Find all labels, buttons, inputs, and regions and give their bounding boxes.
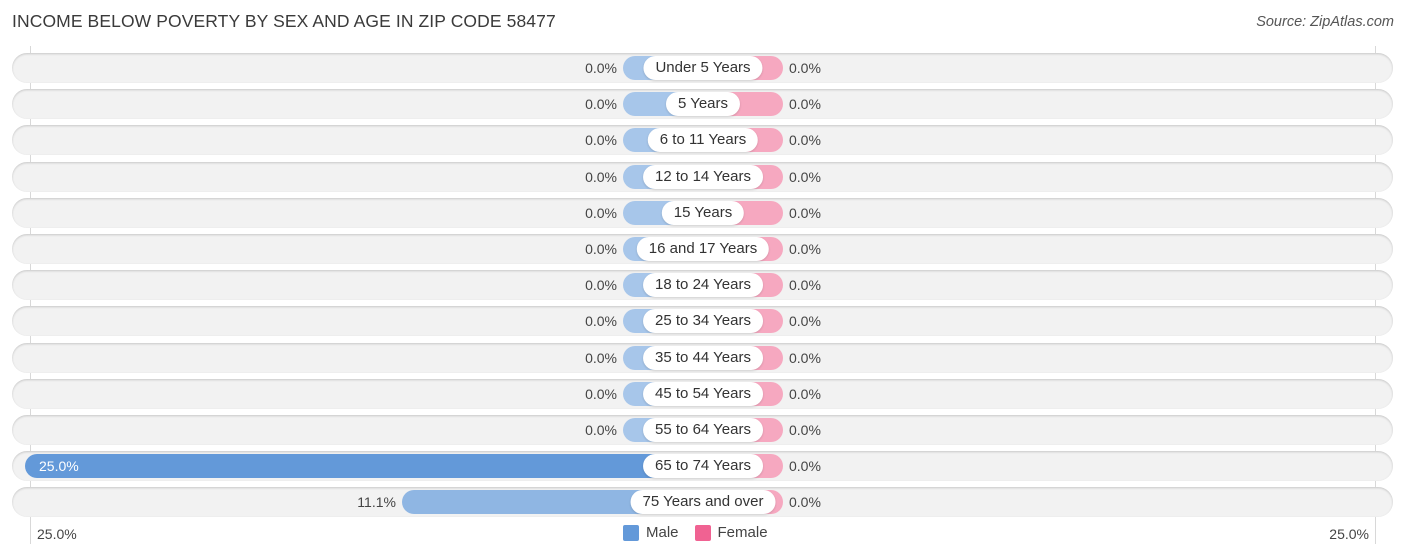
value-label-male: 0.0%: [585, 350, 617, 366]
bar-male: [25, 454, 703, 478]
value-label-male: 0.0%: [585, 277, 617, 293]
value-label-male: 0.0%: [585, 96, 617, 112]
category-label: 18 to 24 Years: [643, 273, 763, 297]
value-label-male: 0.0%: [585, 169, 617, 185]
category-label: 25 to 34 Years: [643, 309, 763, 333]
category-label: 45 to 54 Years: [643, 382, 763, 406]
chart-title: INCOME BELOW POVERTY BY SEX AND AGE IN Z…: [12, 11, 556, 31]
value-label-male: 0.0%: [585, 422, 617, 438]
value-label-male: 0.0%: [585, 386, 617, 402]
category-label: 35 to 44 Years: [643, 346, 763, 370]
category-label: 75 Years and over: [630, 490, 776, 514]
legend-label-female: Female: [717, 524, 768, 541]
legend-swatch-female: [694, 524, 711, 541]
value-label-female: 0.0%: [789, 277, 821, 293]
category-label: Under 5 Years: [643, 56, 763, 80]
legend-item-male: Male: [623, 524, 679, 541]
source-credit: Source: ZipAtlas.com: [1256, 14, 1394, 30]
category-label: 16 and 17 Years: [636, 237, 770, 261]
value-label-male: 0.0%: [585, 60, 617, 76]
axis-label-right: 25.0%: [1329, 526, 1369, 542]
legend-item-female: Female: [694, 524, 768, 541]
value-label-female: 0.0%: [789, 132, 821, 148]
value-label-female: 0.0%: [789, 494, 821, 510]
legend-swatch-male: [623, 524, 639, 541]
value-label-female: 0.0%: [789, 96, 821, 112]
category-label: 65 to 74 Years: [643, 454, 763, 478]
value-label-female: 0.0%: [789, 386, 821, 402]
value-label-male: 0.0%: [585, 132, 617, 148]
value-label-male: 0.0%: [585, 313, 617, 329]
value-label-female: 0.0%: [789, 458, 821, 474]
value-label-female: 0.0%: [789, 350, 821, 366]
value-label-female: 0.0%: [789, 205, 821, 221]
category-label: 55 to 64 Years: [643, 418, 763, 442]
legend: Male Female: [623, 524, 784, 541]
value-label-male: 0.0%: [585, 241, 617, 257]
axis-label-left: 25.0%: [37, 526, 77, 542]
value-label-male: 25.0%: [39, 458, 79, 474]
value-label-male: 11.1%: [357, 494, 396, 510]
value-label-female: 0.0%: [789, 169, 821, 185]
category-label: 12 to 14 Years: [643, 165, 763, 189]
value-label-female: 0.0%: [789, 241, 821, 257]
category-label: 15 Years: [661, 201, 745, 225]
value-label-female: 0.0%: [789, 422, 821, 438]
legend-label-male: Male: [646, 524, 679, 541]
category-label: 5 Years: [665, 92, 741, 116]
value-label-male: 0.0%: [585, 205, 617, 221]
value-label-female: 0.0%: [789, 313, 821, 329]
category-label: 6 to 11 Years: [647, 128, 759, 152]
value-label-female: 0.0%: [789, 60, 821, 76]
